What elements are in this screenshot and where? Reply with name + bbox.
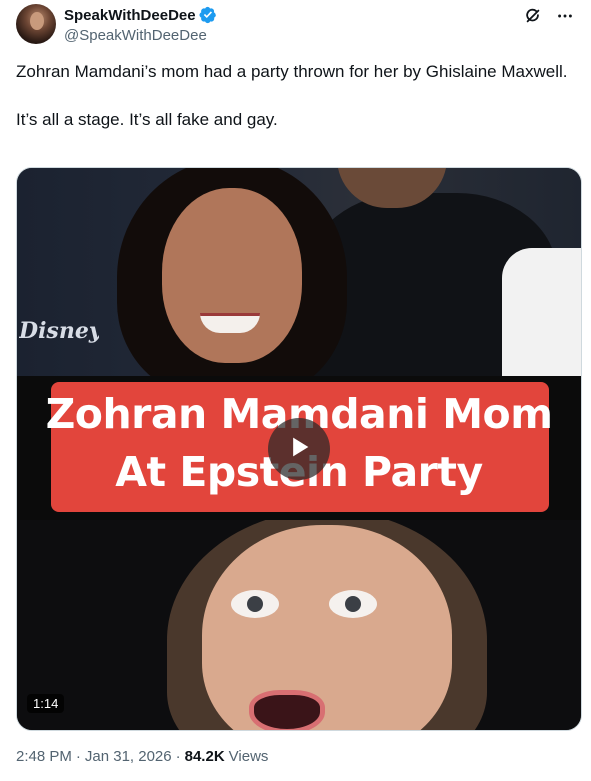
- author-display-name[interactable]: SpeakWithDeeDee: [64, 7, 196, 24]
- tweet-time[interactable]: 2:48 PM: [16, 748, 72, 765]
- views-count: 84.2K: [184, 748, 225, 765]
- tweet-date[interactable]: Jan 31, 2026: [85, 748, 172, 765]
- avatar[interactable]: [16, 4, 56, 44]
- play-button[interactable]: [268, 418, 330, 480]
- tweet-header: SpeakWithDeeDee @SpeakWithDeeDee: [16, 4, 575, 48]
- video-player[interactable]: Disney Zohran Mamdani Mom At Epstein Par…: [16, 167, 582, 731]
- video-duration: 1:14: [27, 694, 65, 713]
- author-name-row: SpeakWithDeeDee: [64, 6, 217, 24]
- header-actions: [523, 6, 575, 26]
- grok-icon[interactable]: [523, 6, 543, 26]
- svg-text:Disney: Disney: [19, 318, 99, 344]
- tweet-paragraph-1: Zohran Mamdani’s mom had a party thrown …: [16, 62, 568, 81]
- more-icon[interactable]: [555, 6, 575, 26]
- tweet-meta: 2:48 PM · Jan 31, 2026 · 84.2K Views: [16, 748, 268, 765]
- views-label: Views: [228, 748, 269, 765]
- tweet-paragraph-2: It’s all a stage. It’s all fake and gay.: [16, 110, 278, 129]
- meta-separator: ·: [75, 748, 81, 765]
- play-icon: [285, 433, 313, 466]
- meta-separator: ·: [175, 748, 181, 765]
- video-thumbnail-top: Disney: [17, 168, 581, 378]
- disney-logo: Disney: [18, 316, 104, 352]
- author-handle[interactable]: @SpeakWithDeeDee: [64, 27, 207, 44]
- verified-badge-icon[interactable]: [199, 6, 217, 24]
- tweet-text: Zohran Mamdani’s mom had a party thrown …: [16, 60, 575, 132]
- video-thumbnail-bottom: [17, 520, 581, 730]
